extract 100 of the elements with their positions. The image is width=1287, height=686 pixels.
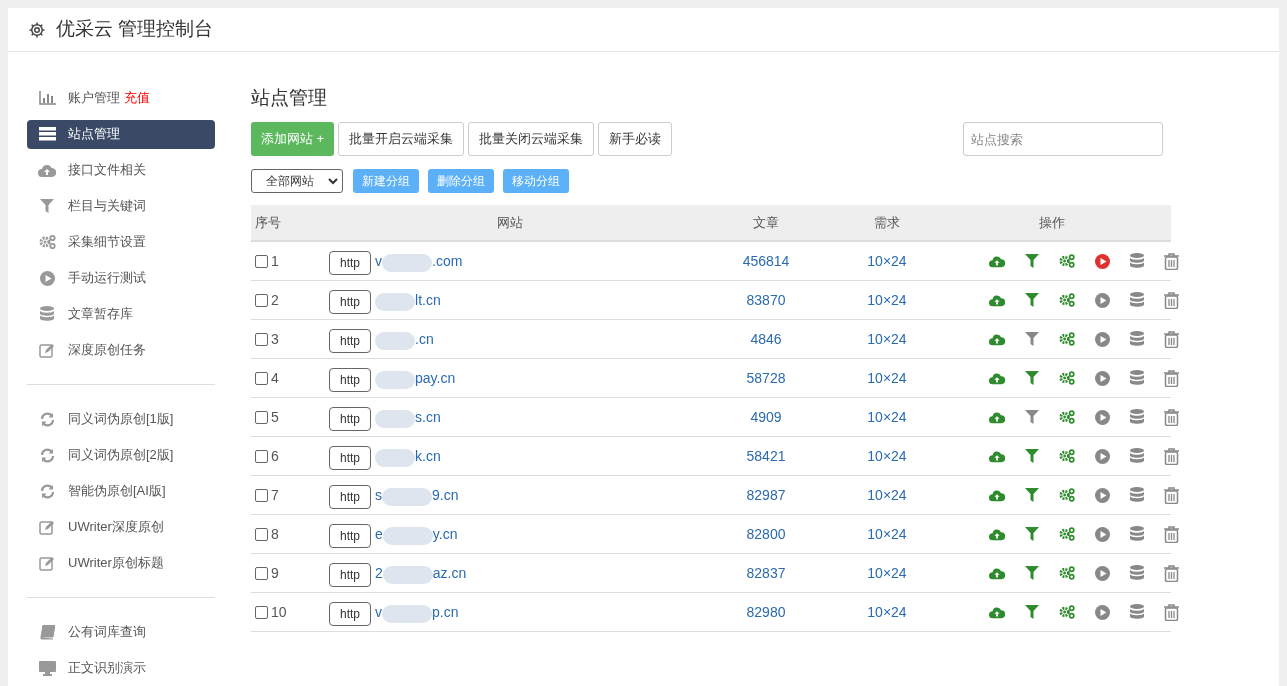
trash-icon[interactable] bbox=[1164, 603, 1179, 621]
gears-icon[interactable] bbox=[1059, 331, 1075, 347]
cloud-upload-icon[interactable] bbox=[989, 332, 1005, 346]
toolbar-button[interactable]: 批量开启云端采集 bbox=[338, 122, 465, 156]
sidebar-item[interactable]: 同义词伪原创[1版] bbox=[27, 404, 215, 434]
protocol-button[interactable]: http bbox=[329, 251, 371, 275]
filter-icon[interactable] bbox=[1025, 371, 1039, 385]
database-icon[interactable] bbox=[1130, 448, 1144, 464]
sidebar-item[interactable]: 手动运行测试 bbox=[27, 263, 215, 293]
trash-icon[interactable] bbox=[1164, 291, 1179, 309]
row-checkbox[interactable] bbox=[255, 488, 268, 502]
toolbar-button[interactable]: 新手必读 bbox=[598, 122, 673, 156]
database-icon[interactable] bbox=[1130, 331, 1144, 347]
cloud-upload-icon[interactable] bbox=[989, 410, 1005, 424]
cloud-upload-icon[interactable] bbox=[989, 371, 1005, 385]
filter-icon[interactable] bbox=[1025, 332, 1039, 346]
protocol-button[interactable]: http bbox=[329, 329, 371, 353]
sidebar-item[interactable]: 账户管理 充值 bbox=[27, 83, 215, 113]
sidebar-item[interactable]: 公有词库查询 bbox=[27, 617, 215, 647]
play-icon[interactable] bbox=[1095, 565, 1110, 581]
search-field[interactable]: 站点搜索 bbox=[963, 122, 1163, 156]
row-checkbox[interactable] bbox=[255, 254, 268, 268]
group-select[interactable]: 全部网站 bbox=[251, 169, 343, 193]
toolbar-button[interactable]: 批量关闭云端采集 bbox=[468, 122, 595, 156]
database-icon[interactable] bbox=[1130, 526, 1144, 542]
play-icon[interactable] bbox=[1095, 604, 1110, 620]
play-icon[interactable] bbox=[1095, 487, 1110, 503]
gears-icon[interactable] bbox=[1059, 253, 1075, 269]
protocol-button[interactable]: http bbox=[329, 290, 371, 314]
play-icon[interactable] bbox=[1095, 331, 1110, 347]
sidebar-item[interactable]: 接口文件相关 bbox=[27, 155, 215, 185]
protocol-button[interactable]: http bbox=[329, 602, 371, 626]
row-checkbox[interactable] bbox=[255, 605, 268, 619]
trash-icon[interactable] bbox=[1164, 564, 1179, 582]
database-icon[interactable] bbox=[1130, 604, 1144, 620]
cloud-upload-icon[interactable] bbox=[989, 605, 1005, 619]
play-icon[interactable] bbox=[1095, 526, 1110, 542]
database-icon[interactable] bbox=[1130, 409, 1144, 425]
filter-icon[interactable] bbox=[1025, 605, 1039, 619]
trash-icon[interactable] bbox=[1164, 252, 1179, 270]
filter-icon[interactable] bbox=[1025, 254, 1039, 268]
database-icon[interactable] bbox=[1130, 487, 1144, 503]
cloud-upload-icon[interactable] bbox=[989, 527, 1005, 541]
trash-icon[interactable] bbox=[1164, 330, 1179, 348]
database-icon[interactable] bbox=[1130, 253, 1144, 269]
protocol-button[interactable]: http bbox=[329, 485, 371, 509]
sidebar-item[interactable]: 智能伪原创[AI版] bbox=[27, 476, 215, 506]
cloud-upload-icon[interactable] bbox=[989, 488, 1005, 502]
gears-icon[interactable] bbox=[1059, 604, 1075, 620]
gears-icon[interactable] bbox=[1059, 448, 1075, 464]
protocol-button[interactable]: http bbox=[329, 524, 371, 548]
protocol-button[interactable]: http bbox=[329, 446, 371, 470]
filter-icon[interactable] bbox=[1025, 488, 1039, 502]
sidebar-item[interactable]: 正文识别演示 bbox=[27, 653, 215, 683]
filter-icon[interactable] bbox=[1025, 449, 1039, 463]
trash-icon[interactable] bbox=[1164, 369, 1179, 387]
trash-icon[interactable] bbox=[1164, 408, 1179, 426]
row-checkbox[interactable] bbox=[255, 449, 268, 463]
gears-icon[interactable] bbox=[1059, 370, 1075, 386]
sidebar-item[interactable]: 站点管理 bbox=[27, 119, 215, 149]
sidebar-item[interactable]: 栏目与关键词 bbox=[27, 191, 215, 221]
filter-icon[interactable] bbox=[1025, 293, 1039, 307]
sidebar-item[interactable]: UWriter深度原创 bbox=[27, 512, 215, 542]
play-icon[interactable] bbox=[1095, 292, 1110, 308]
filter-icon[interactable] bbox=[1025, 527, 1039, 541]
sidebar-item[interactable]: 同义词伪原创[2版] bbox=[27, 440, 215, 470]
database-icon[interactable] bbox=[1130, 565, 1144, 581]
play-icon[interactable] bbox=[1095, 448, 1110, 464]
gears-icon[interactable] bbox=[1059, 487, 1075, 503]
protocol-button[interactable]: http bbox=[329, 563, 371, 587]
recharge-link[interactable]: 充值 bbox=[124, 88, 150, 108]
trash-icon[interactable] bbox=[1164, 486, 1179, 504]
database-icon[interactable] bbox=[1130, 292, 1144, 308]
row-checkbox[interactable] bbox=[255, 293, 268, 307]
filter-icon[interactable] bbox=[1025, 566, 1039, 580]
sidebar-item[interactable]: 深度原创任务 bbox=[27, 335, 215, 365]
play-icon[interactable] bbox=[1095, 409, 1110, 425]
sidebar-item[interactable]: UWriter原创标题 bbox=[27, 548, 215, 578]
cloud-upload-icon[interactable] bbox=[989, 566, 1005, 580]
cloud-upload-icon[interactable] bbox=[989, 254, 1005, 268]
trash-icon[interactable] bbox=[1164, 525, 1179, 543]
cloud-upload-icon[interactable] bbox=[989, 293, 1005, 307]
row-checkbox[interactable] bbox=[255, 410, 268, 424]
trash-icon[interactable] bbox=[1164, 447, 1179, 465]
protocol-button[interactable]: http bbox=[329, 368, 371, 392]
row-checkbox[interactable] bbox=[255, 527, 268, 541]
filter-icon[interactable] bbox=[1025, 410, 1039, 424]
row-checkbox[interactable] bbox=[255, 566, 268, 580]
database-icon[interactable] bbox=[1130, 370, 1144, 386]
row-checkbox[interactable] bbox=[255, 371, 268, 385]
gears-icon[interactable] bbox=[1059, 565, 1075, 581]
gears-icon[interactable] bbox=[1059, 292, 1075, 308]
gears-icon[interactable] bbox=[1059, 526, 1075, 542]
play-icon[interactable] bbox=[1095, 253, 1110, 269]
gears-icon[interactable] bbox=[1059, 409, 1075, 425]
protocol-button[interactable]: http bbox=[329, 407, 371, 431]
cloud-upload-icon[interactable] bbox=[989, 449, 1005, 463]
sidebar-item[interactable]: 采集细节设置 bbox=[27, 227, 215, 257]
play-icon[interactable] bbox=[1095, 370, 1110, 386]
sidebar-item[interactable]: 文章暂存库 bbox=[27, 299, 215, 329]
